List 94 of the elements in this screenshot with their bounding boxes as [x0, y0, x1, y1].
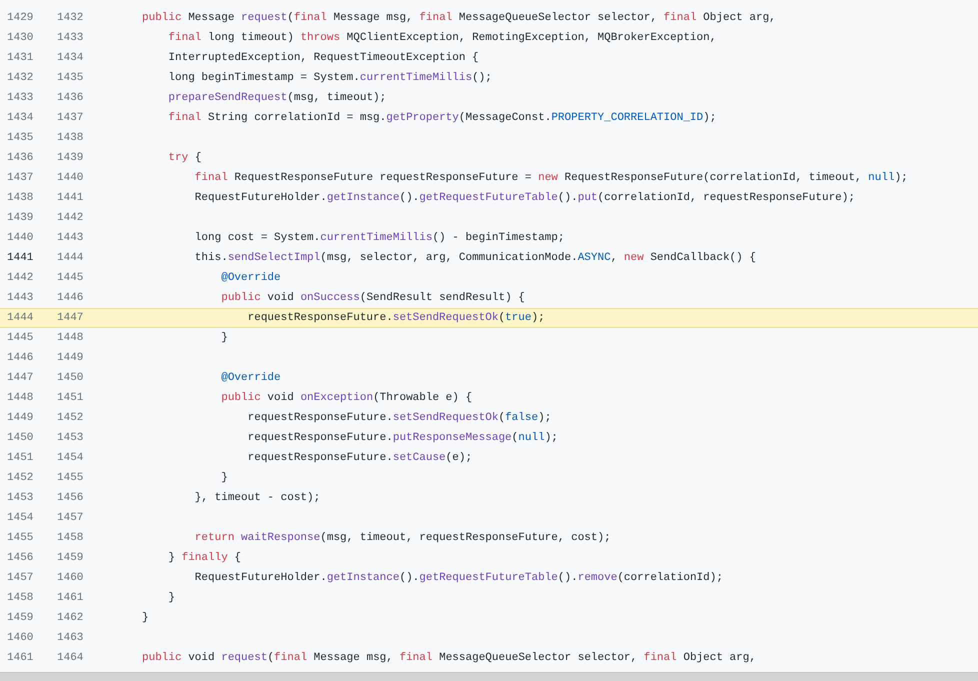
line-number: 1453: [6, 490, 34, 506]
code-line: } finally {: [167, 550, 242, 566]
line-number: 1438: [6, 190, 34, 206]
line-number: 1450: [56, 370, 84, 386]
line-number: 1461: [6, 650, 34, 666]
line-number: 1446: [6, 350, 34, 366]
line-number: 1447: [6, 370, 34, 386]
line-number: 1445: [56, 270, 84, 286]
code-line: public void onException(Throwable e) {: [220, 390, 472, 406]
line-number: 1460: [56, 570, 84, 586]
line-number: 1441: [6, 250, 34, 266]
code-line: }: [141, 610, 149, 626]
code-line: }: [167, 590, 176, 606]
line-number: 1438: [56, 130, 84, 146]
line-number: 1444: [6, 310, 34, 326]
line-number: 1442: [6, 270, 34, 286]
line-number: 1443: [6, 290, 34, 306]
line-number: 1444: [56, 250, 84, 266]
code-line: long beginTimestamp = System.currentTimeMillis();: [167, 70, 492, 86]
line-number: 1464: [56, 650, 84, 666]
line-number: 1441: [56, 190, 84, 206]
code-line: public void request(final Message msg, final MessageQueueSelector selector, final Object arg,: [141, 650, 756, 666]
line-number: 1443: [56, 230, 84, 246]
line-number: 1440: [56, 170, 84, 186]
line-number: 1435: [6, 130, 34, 146]
code-line: }: [220, 470, 228, 486]
code-line: public Message request(final Message msg, final MessageQueueSelector selector, final Object arg,: [141, 10, 776, 26]
line-number: 1448: [56, 330, 84, 346]
line-number: 1455: [6, 530, 34, 546]
code-line: public void onSuccess(SendResult sendResult) {: [220, 290, 525, 306]
code-line: long cost = System.currentTimeMillis() - beginTimestamp;: [194, 230, 564, 246]
line-number: 1436: [56, 90, 84, 106]
line-number: 1457: [56, 510, 84, 526]
code-line: @Override: [220, 370, 281, 386]
line-number: 1451: [6, 450, 34, 466]
line-number: 1449: [56, 350, 84, 366]
line-number: 1455: [56, 470, 84, 486]
line-number: 1463: [56, 630, 84, 646]
line-number: 1451: [56, 390, 84, 406]
code-line: requestResponseFuture.putResponseMessage(null);: [246, 430, 558, 446]
line-number: 1454: [6, 510, 34, 526]
code-line: requestResponseFuture.setSendRequestOk(false);: [246, 410, 552, 426]
line-number: 1449: [6, 410, 34, 426]
line-number: 1459: [6, 610, 34, 626]
code-line: final String correlationId = msg.getProperty(MessageConst.PROPERTY_CORRELATION_ID);: [167, 110, 716, 126]
line-number: 1462: [56, 610, 84, 626]
line-number: 1459: [56, 550, 84, 566]
line-number: 1436: [6, 150, 34, 166]
line-number: 1430: [6, 30, 34, 46]
line-number: 1457: [6, 570, 34, 586]
line-number: 1435: [56, 70, 84, 86]
line-number: 1452: [56, 410, 84, 426]
code-line: InterruptedException, RequestTimeoutException {: [167, 50, 479, 66]
code-line: final RequestResponseFuture requestResponseFuture = new RequestResponseFuture(correlationId, timeout, null);: [194, 170, 908, 186]
line-number: 1453: [56, 430, 84, 446]
line-number: 1456: [56, 490, 84, 506]
code-line: requestResponseFuture.setCause(e);: [246, 450, 472, 466]
code-line: return waitResponse(msg, timeout, requestResponseFuture, cost);: [194, 530, 611, 546]
code-line: }, timeout - cost);: [194, 490, 320, 506]
line-number: 1440: [6, 230, 34, 246]
line-number: 1458: [56, 530, 84, 546]
line-number: 1433: [56, 30, 84, 46]
line-number: 1458: [6, 590, 34, 606]
line-number: 1445: [6, 330, 34, 346]
line-number: 1434: [6, 110, 34, 126]
line-number: 1447: [56, 310, 84, 326]
line-number: 1461: [56, 590, 84, 606]
code-line: @Override: [220, 270, 281, 286]
line-number: 1452: [6, 470, 34, 486]
code-line: this.sendSelectImpl(msg, selector, arg, CommunicationMode.ASYNC, new SendCallback() {: [194, 250, 756, 266]
line-number: 1454: [56, 450, 84, 466]
line-number: 1431: [6, 50, 34, 66]
line-number: 1439: [6, 210, 34, 226]
line-number: 1456: [6, 550, 34, 566]
code-line: requestResponseFuture.setSendRequestOk(true);: [246, 310, 545, 326]
code-line: try {: [167, 150, 202, 166]
line-number: 1439: [56, 150, 84, 166]
line-number: 1429: [6, 10, 34, 26]
code-line: }: [220, 330, 228, 346]
line-number: 1432: [56, 10, 84, 26]
code-line: final long timeout) throws MQClientException, RemotingException, MQBrokerException,: [167, 30, 716, 46]
line-number: 1460: [6, 630, 34, 646]
line-number: 1450: [6, 430, 34, 446]
line-number: 1437: [6, 170, 34, 186]
code-line: RequestFutureHolder.getInstance().getRequestFutureTable().remove(correlationId);: [194, 570, 723, 586]
line-number: 1433: [6, 90, 34, 106]
line-number: 1434: [56, 50, 84, 66]
line-number: 1446: [56, 290, 84, 306]
line-number: 1437: [56, 110, 84, 126]
line-number: 1448: [6, 390, 34, 406]
code-line: prepareSendRequest(msg, timeout);: [167, 90, 386, 106]
code-line: RequestFutureHolder.getInstance().getRequestFutureTable().put(correlationId, requestResponseFuture);: [194, 190, 855, 206]
line-number: 1442: [56, 210, 84, 226]
line-number: 1432: [6, 70, 34, 86]
